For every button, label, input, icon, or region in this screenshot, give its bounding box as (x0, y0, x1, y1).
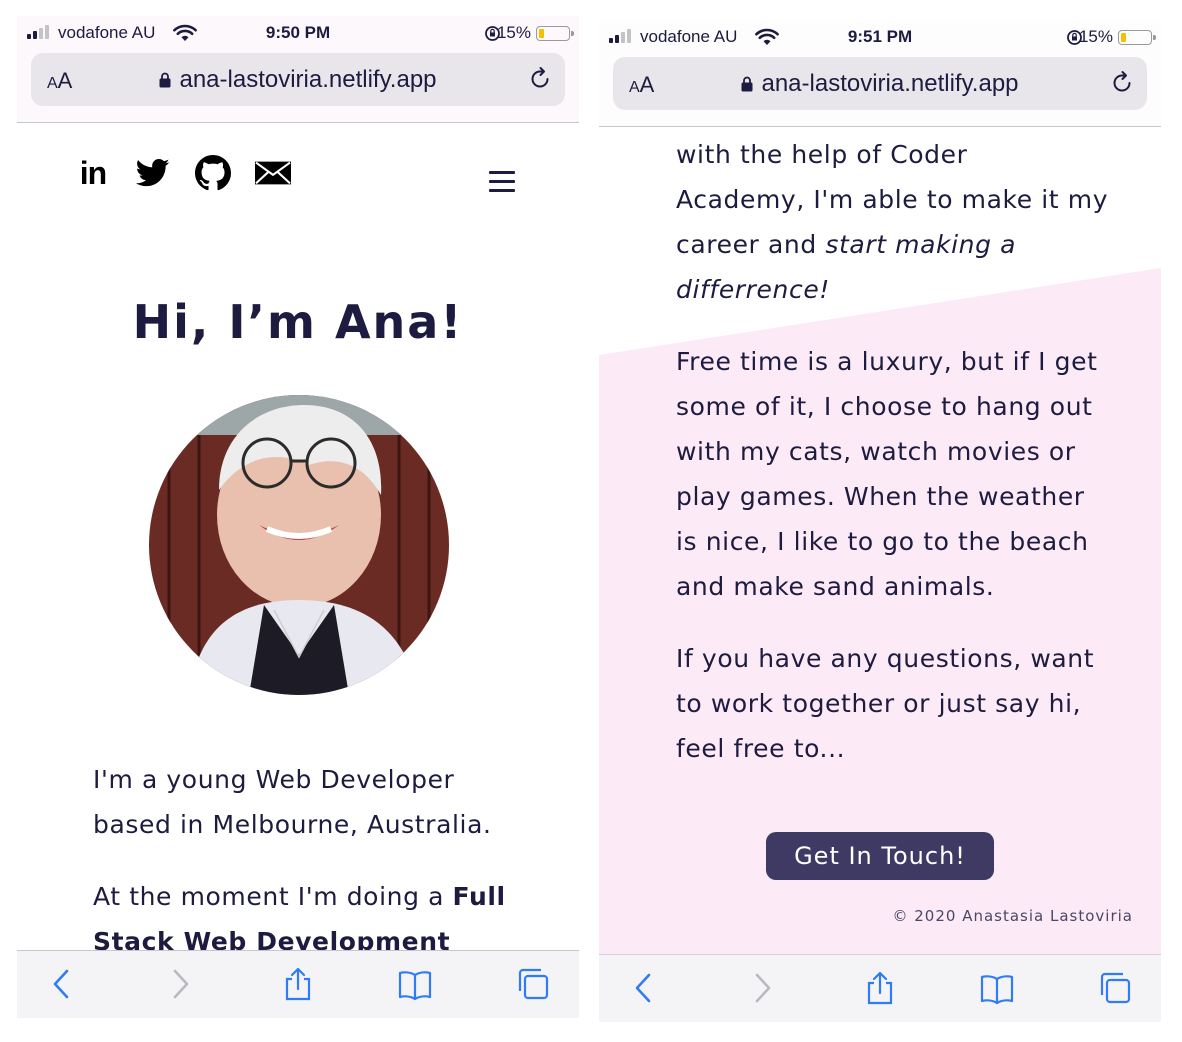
tabs-icon[interactable] (516, 967, 550, 1001)
hobbies-line: is nice, I like to go to the beach (676, 527, 1089, 556)
chrome-divider (599, 126, 1161, 127)
battery-icon (1118, 30, 1156, 45)
contact-line: If you have any questions, want (676, 644, 1095, 673)
hobbies-line: some of it, I choose to hang out (676, 392, 1093, 421)
profile-photo (149, 395, 449, 695)
share-icon[interactable] (281, 967, 315, 1001)
about-line: Academy, I'm able to make it my (676, 185, 1109, 214)
copyright-footer: © 2020 Anastasia Lastoviria (892, 907, 1133, 925)
emphasis-text: differrence! (676, 275, 830, 304)
hobbies-line: Free time is a luxury, but if I get (676, 347, 1098, 376)
social-links: in (75, 155, 291, 191)
url-field[interactable]: ana-lastoviria.netlify.app (613, 70, 1147, 98)
back-icon[interactable] (627, 971, 661, 1005)
back-icon[interactable] (45, 967, 79, 1001)
forward-icon[interactable] (745, 971, 779, 1005)
emphasis-text: start making a (825, 230, 1017, 259)
chrome-divider (17, 122, 579, 123)
intro-line: At the moment I'm doing a (93, 882, 453, 911)
hobbies-line: play games. When the weather (676, 482, 1085, 511)
about-line: with the help of Coder (676, 140, 968, 169)
share-icon[interactable] (863, 971, 897, 1005)
address-bar[interactable]: AA ana-lastoviria.netlify.app (31, 53, 565, 106)
phone-screenshot-left: vodafone AU 9:50 PM 15% AA ana-lastoviri… (17, 16, 579, 1018)
tabs-icon[interactable] (1098, 971, 1132, 1005)
hamburger-menu-icon[interactable] (489, 171, 515, 193)
reload-icon[interactable] (1109, 70, 1135, 96)
mail-icon[interactable] (255, 155, 291, 191)
hero-title: Hi, I’m Ana! (132, 295, 464, 349)
hobbies-line: and make sand animals. (676, 572, 995, 601)
browser-toolbar (17, 950, 579, 1018)
url-text: ana-lastoviria.netlify.app (179, 66, 437, 93)
padlock-icon (741, 76, 753, 92)
about-text: with the help of Coder Academy, I'm able… (676, 132, 1116, 798)
phone-screenshot-right: vodafone AU 9:51 PM 15% AA ana-lastoviri… (599, 20, 1161, 1022)
linkedin-icon[interactable]: in (75, 155, 111, 191)
contact-line: feel free to... (676, 734, 846, 763)
url-text: ana-lastoviria.netlify.app (761, 70, 1019, 97)
intro-line: based in Melbourne, Australia. (93, 810, 492, 839)
browser-toolbar (599, 954, 1161, 1022)
course-highlight: Full (452, 882, 506, 911)
github-icon[interactable] (195, 155, 231, 191)
bookmarks-icon[interactable] (980, 971, 1014, 1005)
bookmarks-icon[interactable] (398, 967, 432, 1001)
battery-icon (536, 26, 574, 41)
battery-percent: 15% (496, 23, 531, 42)
status-bar: vodafone AU 9:51 PM 15% (599, 20, 1161, 54)
padlock-icon (159, 72, 171, 88)
get-in-touch-button[interactable]: Get In Touch! (766, 832, 994, 880)
hobbies-line: with my cats, watch movies or (676, 437, 1076, 466)
contact-line: to work together or just say hi, (676, 689, 1082, 718)
about-line: career and (676, 230, 826, 259)
twitter-icon[interactable] (135, 155, 171, 191)
url-field[interactable]: ana-lastoviria.netlify.app (31, 66, 565, 94)
status-bar: vodafone AU 9:50 PM 15% (17, 16, 579, 50)
battery-percent: 15% (1078, 27, 1113, 46)
reload-icon[interactable] (527, 66, 553, 92)
intro-line: I'm a young Web Developer (93, 765, 455, 794)
forward-icon[interactable] (163, 967, 197, 1001)
address-bar[interactable]: AA ana-lastoviria.netlify.app (613, 57, 1147, 110)
